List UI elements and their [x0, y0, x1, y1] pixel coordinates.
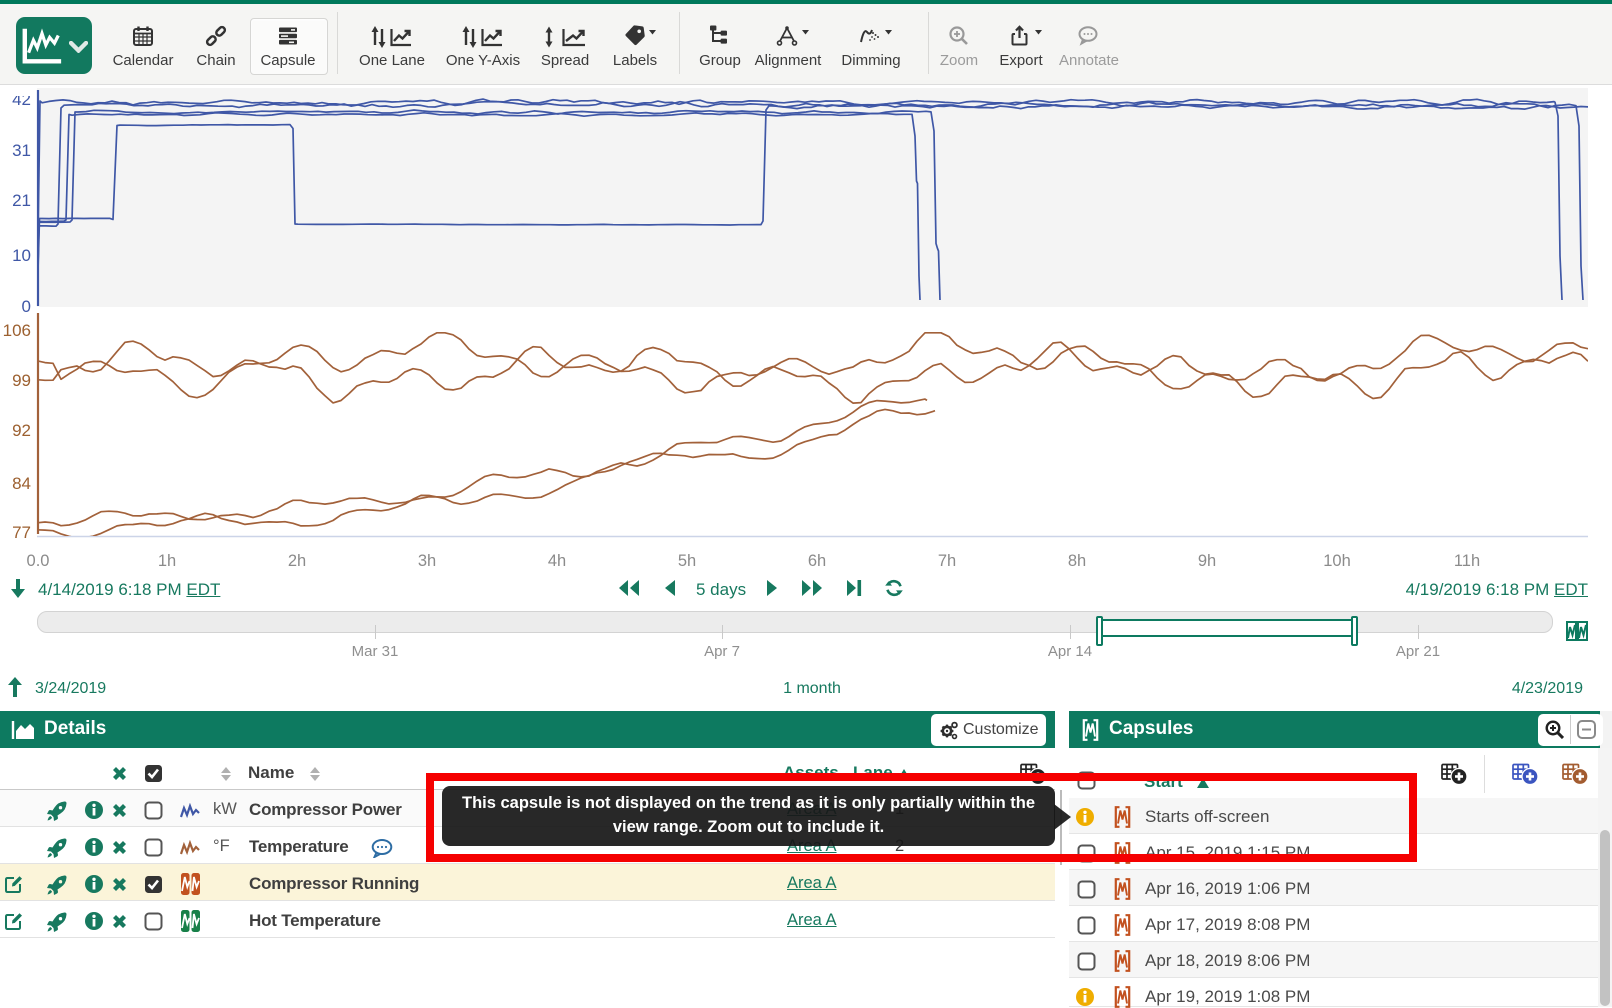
svg-text:106: 106 [3, 321, 31, 340]
svg-text:0.0: 0.0 [27, 552, 50, 570]
svg-text:10h: 10h [1323, 552, 1351, 570]
svg-text:92: 92 [12, 421, 31, 440]
svg-text:8h: 8h [1068, 552, 1086, 570]
svg-text:2h: 2h [288, 552, 306, 570]
svg-text:10: 10 [12, 246, 31, 265]
svg-text:84: 84 [12, 474, 31, 493]
svg-text:11h: 11h [1454, 552, 1480, 570]
svg-text:7h: 7h [938, 552, 956, 570]
svg-text:21: 21 [12, 191, 31, 210]
svg-text:0: 0 [22, 297, 31, 316]
svg-text:5h: 5h [678, 552, 696, 570]
svg-text:77: 77 [12, 523, 31, 542]
svg-text:6h: 6h [808, 552, 826, 570]
svg-text:31: 31 [12, 141, 31, 160]
svg-text:42: 42 [12, 90, 31, 109]
svg-text:99: 99 [12, 371, 31, 390]
svg-text:1h: 1h [158, 552, 176, 570]
svg-text:4h: 4h [548, 552, 566, 570]
svg-text:9h: 9h [1198, 552, 1216, 570]
svg-text:3h: 3h [418, 552, 436, 570]
